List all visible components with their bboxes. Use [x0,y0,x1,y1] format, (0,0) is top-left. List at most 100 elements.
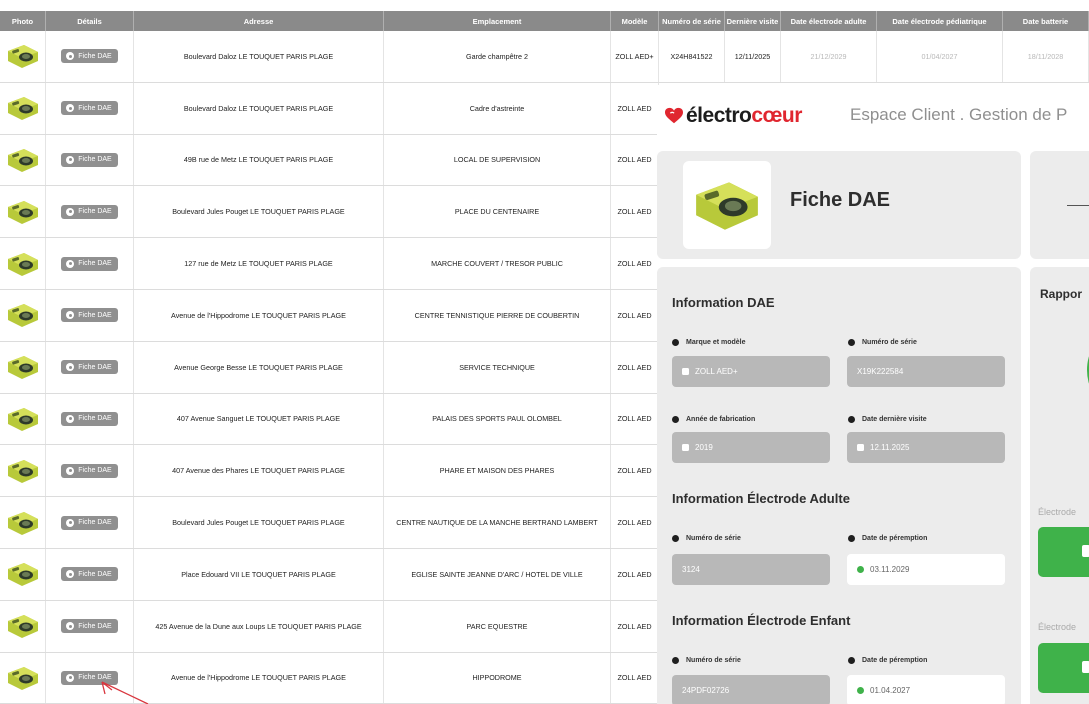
eye-icon [66,259,75,268]
modele-cell: ZOLL AED [611,134,659,186]
defibrillator-icon [7,200,38,224]
eye-icon [66,414,75,423]
label-date-derniere-visite: Date dernière visite [848,416,927,423]
fiche-dae-button[interactable]: Fiche DAE [61,101,118,116]
adresse-cell: Avenue de l'Hippodrome LE TOUQUET PARIS … [134,652,384,704]
col-details: Détails [46,11,134,31]
label-enfant-peremption: Date de péremption [848,657,927,664]
emplacement-cell: PARC EQUESTRE [384,600,611,652]
photo-cell [0,497,46,548]
modele-cell: ZOLL AED [611,548,659,600]
fiche-dae-button[interactable]: Fiche DAE [61,360,118,375]
eye-icon [66,155,75,164]
field-annee-fabrication[interactable]: 2019 [672,432,830,463]
details-cell: Fiche DAE [46,497,134,548]
photo-cell [0,652,46,704]
label-enfant-numero-serie: Numéro de série [672,657,741,664]
photo-cell [0,548,46,600]
details-cell: Fiche DAE [46,186,134,238]
modele-cell: ZOLL AED [611,393,659,445]
photo-cell [0,600,46,652]
electrode-icon [1082,661,1089,673]
col-photo: Photo [0,11,46,31]
rapport-title: Rappor [1040,287,1082,301]
modele-cell: ZOLL AED [611,82,659,134]
details-cell: Fiche DAE [46,393,134,445]
field-numero-serie[interactable]: X19K222584 [847,356,1005,387]
dae-device-image [683,161,771,249]
defibrillator-icon [7,666,38,690]
bullet-icon [848,535,855,542]
electrode-status-button-2[interactable] [1038,643,1089,693]
adresse-cell: 425 Avenue de la Dune aux Loups LE TOUQU… [134,600,384,652]
fiche-header-card: Fiche DAE [657,151,1021,259]
fiche-dae-button[interactable]: Fiche DAE [61,567,118,582]
calendar-icon [682,444,689,451]
col-numero-serie: Numéro de série [659,11,725,31]
field-marque-modele[interactable]: ZOLL AED+ [672,356,830,387]
fiche-dae-button[interactable]: Fiche DAE [61,308,118,323]
fiche-dae-button[interactable]: Fiche DAE [61,463,118,478]
defibrillator-icon [7,563,38,587]
adresse-cell: Boulevard Daloz LE TOUQUET PARIS PLAGE [134,31,384,82]
modele-cell: ZOLL AED [611,341,659,393]
col-date-batterie: Date batterie [1003,11,1089,31]
side-card-top [1030,151,1089,259]
defibrillator-icon [7,356,38,380]
bullet-icon [848,657,855,664]
adresse-cell: Boulevard Jules Pouget LE TOUQUET PARIS … [134,497,384,548]
field-enfant-numero-serie[interactable]: 24PDF02726 [672,675,830,704]
eye-icon [66,52,75,61]
rapport-card: Rappor Électrode Électrode [1030,267,1089,704]
emplacement-cell: PALAIS DES SPORTS PAUL OLOMBEL [384,393,611,445]
details-cell: Fiche DAE [46,289,134,341]
details-cell: Fiche DAE [46,238,134,289]
serie-cell: X24H841522 [659,31,725,82]
electrode-label-2: Électrode [1038,622,1077,632]
col-electrode-pediatrique: Date électrode pédiatrique [877,11,1003,31]
eye-icon [66,466,75,475]
fiche-dae-button[interactable]: Fiche DAE [61,49,118,64]
photo-cell [0,238,46,289]
eye-icon [66,518,75,527]
field-date-derniere-visite[interactable]: 12.11.2025 [847,432,1005,463]
field-adulte-numero-serie[interactable]: 3124 [672,554,830,585]
details-cell: Fiche DAE [46,134,134,186]
field-adulte-peremption[interactable]: 03.11.2029 [847,554,1005,585]
fiche-title: Fiche DAE [790,189,891,211]
emplacement-cell: Cadre d'astreinte [384,82,611,134]
fiche-dae-button[interactable]: Fiche DAE [61,256,118,271]
defibrillator-icon [7,407,38,431]
adresse-cell: 127 rue de Metz LE TOUQUET PARIS PLAGE [134,238,384,289]
eye-icon [66,570,75,579]
eye-icon [66,363,75,372]
fiche-dae-button[interactable]: Fiche DAE [61,411,118,426]
emplacement-cell: CENTRE TENNISTIQUE PIERRE DE COUBERTIN [384,289,611,341]
tagline: Espace Client . Gestion de P [850,105,1068,124]
details-cell: Fiche DAE [46,31,134,82]
electrode-status-button-1[interactable] [1038,527,1089,577]
bullet-icon [672,339,679,346]
fiche-dae-button[interactable]: Fiche DAE [61,204,118,219]
col-emplacement: Emplacement [384,11,611,31]
field-enfant-peremption[interactable]: 01.04.2027 [847,675,1005,704]
fiche-dae-button[interactable]: Fiche DAE [61,152,118,167]
modele-cell: ZOLL AED [611,497,659,548]
fiche-dae-button[interactable]: Fiche DAE [61,515,118,530]
fiche-dae-button[interactable]: Fiche DAE [61,619,118,634]
adresse-cell: 49B rue de Metz LE TOUQUET PARIS PLAGE [134,134,384,186]
photo-cell [0,186,46,238]
bullet-icon [672,657,679,664]
details-cell: Fiche DAE [46,341,134,393]
table-row: Fiche DAE Boulevard Daloz LE TOUQUET PARI… [0,31,1089,83]
defibrillator-icon [7,148,38,172]
modele-cell: ZOLL AED [611,238,659,289]
photo-cell [0,31,46,82]
adresse-cell: Avenue George Besse LE TOUQUET PARIS PLA… [134,341,384,393]
details-cell: Fiche DAE [46,548,134,600]
modele-cell: ZOLL AED [611,652,659,704]
details-cell: Fiche DAE [46,445,134,497]
bullet-icon [848,416,855,423]
col-electrode-adulte: Date électrode adulte [781,11,877,31]
brand-text-coeur: cœur [751,104,802,127]
